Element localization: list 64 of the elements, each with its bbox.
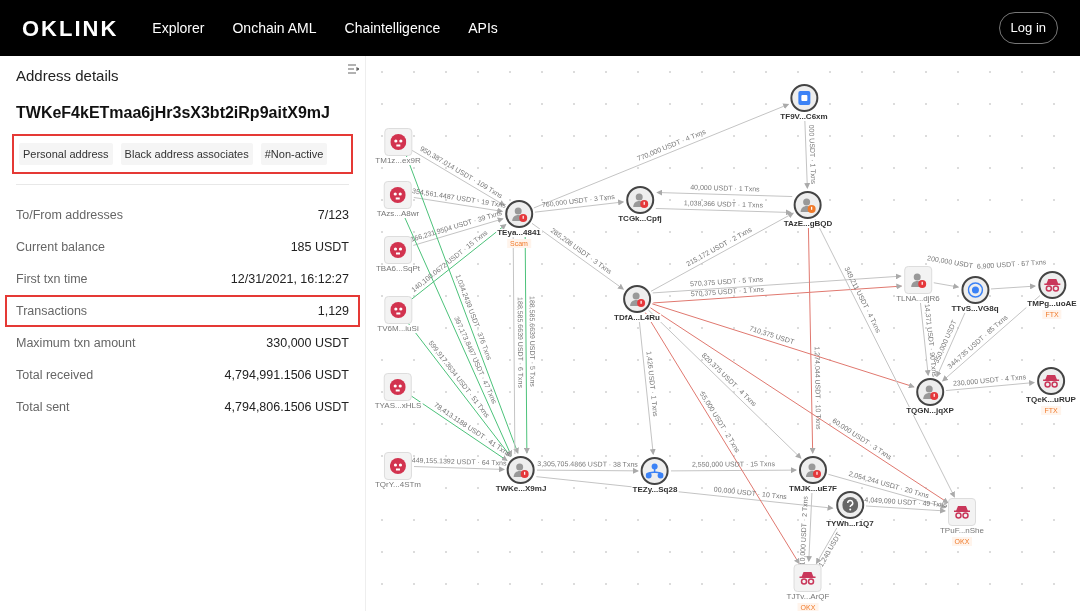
nav-link[interactable]: Onchain AML: [232, 17, 317, 39]
node-label: TQeK...uRUP: [1025, 396, 1077, 404]
detail-label: Transactions: [16, 302, 88, 320]
node-label: TTvS...VG8q: [950, 305, 1000, 313]
node-label: TQrY...4STm: [373, 481, 423, 489]
skull-node-icon[interactable]: [384, 296, 412, 324]
node-label: TLNA...djR6: [895, 295, 941, 303]
collapse-icon[interactable]: [347, 64, 359, 74]
address-hash: TWKeF4kETmaa6jHr3sX3bt2iRp9aitX9mJ: [15, 102, 331, 123]
skull-node-icon[interactable]: [384, 452, 412, 480]
node-label: TF9V...C6xm: [779, 113, 829, 121]
detail-value: 7/123: [317, 206, 349, 224]
node-label: TQGN...jqXP: [905, 407, 955, 415]
user-alert-node-icon[interactable]: [626, 186, 654, 214]
nav-link[interactable]: APIs: [468, 17, 498, 39]
address-tag: #Non-active: [260, 142, 328, 165]
detail-label: Current balance: [16, 238, 105, 256]
node-label: TYWh...r1Q7: [825, 520, 875, 528]
address-tag: Personal address: [19, 142, 113, 165]
detail-value: 185 USDT: [290, 238, 349, 256]
detail-label: Maximum txn amount: [16, 334, 136, 352]
detail-label: Total sent: [16, 398, 70, 416]
network-node-icon[interactable]: [641, 457, 669, 485]
document-node-icon[interactable]: [790, 84, 818, 112]
spy-node-icon[interactable]: [1038, 271, 1066, 299]
user-alert-node-icon[interactable]: [799, 456, 827, 484]
user-alert-node-icon[interactable]: [507, 456, 535, 484]
logo[interactable]: OKLINK: [22, 11, 119, 45]
detail-value: 330,000 USDT: [266, 334, 349, 352]
user-alert-node-icon[interactable]: [794, 191, 822, 219]
node-label: TM1z...ex9R: [374, 157, 422, 165]
user-alert-node-icon[interactable]: [916, 378, 944, 406]
detail-value: 1,129: [317, 302, 349, 320]
detail-value: 4,794,991.1506 USDT: [224, 366, 349, 384]
detail-label: First txn time: [16, 270, 88, 288]
node-label: TMJK...uE7F: [788, 485, 838, 493]
spy-node-icon[interactable]: [1037, 367, 1065, 395]
node-label: TYAS...xHLS: [373, 402, 423, 410]
node-label: TEya...4841: [496, 229, 542, 237]
node-label: TDfA...L4Ru: [613, 314, 661, 322]
detail-value: 12/31/2021, 16:12:27: [230, 270, 349, 288]
node-label: TEZy...Sq28: [631, 486, 679, 494]
node-label: TV6M...iuSi: [376, 325, 420, 333]
nav-link[interactable]: Explorer: [152, 17, 205, 39]
node-label: TWKe...X9mJ: [494, 485, 548, 493]
skull-node-icon[interactable]: [384, 236, 412, 264]
panel-title: Address details: [16, 66, 119, 86]
node-label: TPuF...nShe: [939, 527, 985, 535]
address-tag: Black address associates: [120, 142, 253, 165]
node-label: TCGk...Cpfj: [617, 215, 663, 223]
node-label: TAzE...gBQD: [782, 220, 834, 228]
skull-node-icon[interactable]: [384, 181, 412, 209]
nav-link[interactable]: Chaintelligence: [344, 17, 441, 39]
detail-label: To/From addresses: [16, 206, 123, 224]
skull-node-icon[interactable]: [384, 128, 412, 156]
user-alert-node-icon[interactable]: [505, 200, 533, 228]
node-label: TJTv...ArQF: [785, 593, 831, 601]
detail-value: 4,794,806.1506 USDT: [224, 398, 349, 416]
skull-node-icon[interactable]: [384, 373, 412, 401]
node-label: TMPg...uoAE: [1026, 300, 1078, 308]
user-alert-node-icon[interactable]: [623, 285, 651, 313]
node-label: TAzs...A8wr: [375, 210, 421, 218]
detail-label: Total received: [16, 366, 94, 384]
question-node-icon[interactable]: [836, 491, 864, 519]
